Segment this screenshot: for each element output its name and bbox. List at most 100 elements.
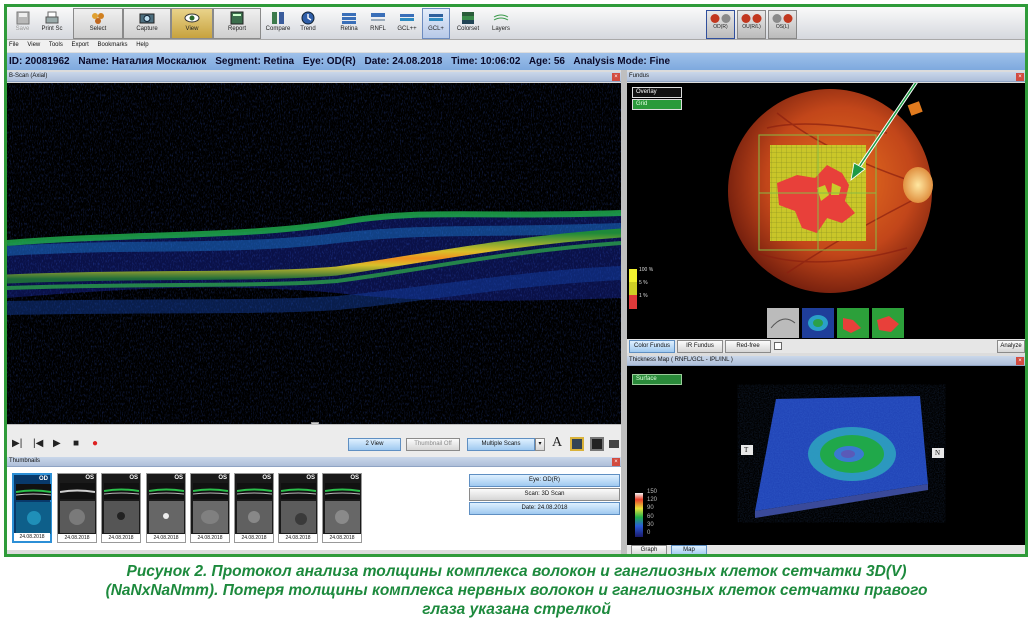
patient-name: Name: Наталия Москалюк xyxy=(78,56,207,67)
select-button[interactable]: Select xyxy=(73,8,123,39)
print-screen-button[interactable]: Print Sc xyxy=(37,8,67,39)
menu-file[interactable]: File xyxy=(9,42,19,48)
bscan-thumb-image xyxy=(60,483,95,499)
layers-icon xyxy=(493,14,509,21)
analyze-button[interactable]: Analyze xyxy=(997,340,1025,353)
bscan-title: B-Scan (Axial) xyxy=(9,73,48,79)
thumbnail-item[interactable]: OS 24.08.2018 xyxy=(322,473,362,543)
overlay-toggle[interactable]: Overlay xyxy=(632,87,682,98)
enface-thumb-image xyxy=(325,501,360,533)
fundus-title: Fundus xyxy=(629,73,650,79)
view-button[interactable]: View xyxy=(171,8,213,39)
patient-id: ID: 20081962 xyxy=(9,56,70,67)
grayscale-icon[interactable] xyxy=(590,437,604,451)
patient-info-bar: ID: 20081962 Name: Наталия Москалюк Segm… xyxy=(7,53,1025,70)
save-button[interactable]: Save xyxy=(9,8,36,39)
capture-button[interactable]: Capture xyxy=(123,8,171,39)
significance-legend xyxy=(629,269,637,309)
bscan-image[interactable] xyxy=(7,83,621,424)
grid-toggle[interactable]: Grid xyxy=(632,99,682,110)
play-icon[interactable]: ▶ xyxy=(53,438,61,449)
caption-line-3: глаза указана стрелкой xyxy=(422,601,611,618)
enface-thumb-image xyxy=(60,501,95,533)
menu-view[interactable]: View xyxy=(27,42,40,48)
retina-layer-icon xyxy=(342,13,356,24)
multiple-scans-select[interactable]: Multiple Scans xyxy=(467,438,535,451)
oct-app-window: Save Print Sc Select Capture View Report… xyxy=(4,4,1028,557)
gclp-layer-button[interactable]: GCL+ xyxy=(422,8,450,39)
thumbnail-item[interactable]: OS 24.08.2018 xyxy=(101,473,141,543)
tab-red-free[interactable]: Red-free xyxy=(725,340,771,353)
printer-icon xyxy=(45,11,59,24)
tab-ir-fundus[interactable]: IR Fundus xyxy=(677,340,723,353)
thumbnail-item[interactable]: OS 24.08.2018 xyxy=(57,473,97,543)
trend-button[interactable]: Trend xyxy=(293,8,323,39)
thumbnail-item[interactable]: OS 24.08.2018 xyxy=(190,473,230,543)
legend-label-1: 1 % xyxy=(639,293,648,299)
enface-thumb-image xyxy=(149,501,184,533)
report-button[interactable]: Report xyxy=(213,8,261,39)
close-icon[interactable]: × xyxy=(1016,357,1024,365)
tab-color-fundus[interactable]: Color Fundus xyxy=(629,340,675,353)
close-icon[interactable]: × xyxy=(612,458,620,466)
fundus-image-panel[interactable]: Overlay Grid 100 % 5 % 1 % xyxy=(627,83,1025,339)
retina-layer-button[interactable]: Retina xyxy=(335,8,363,39)
two-view-button[interactable]: 2 View xyxy=(348,438,401,451)
colorset-button[interactable]: Colorset xyxy=(453,8,483,39)
compare-button[interactable]: Compare xyxy=(263,8,293,39)
close-icon[interactable]: × xyxy=(1016,73,1024,81)
report-icon xyxy=(230,11,244,25)
bscan-thumb-image xyxy=(325,483,360,499)
tab-graph[interactable]: Graph xyxy=(631,545,667,554)
thumbnail-item[interactable]: OD 24.08.2018 xyxy=(12,473,52,543)
gclpp-layer-button[interactable]: GCL++ xyxy=(393,8,421,39)
playback-controls: ▶| |◀ ▶ ■ ● 2 View Thumbnail Off Multipl… xyxy=(7,424,621,457)
menu-bookmarks[interactable]: Bookmarks xyxy=(98,42,128,48)
menu-export[interactable]: Export xyxy=(72,42,89,48)
chevron-down-icon[interactable]: ▾ xyxy=(535,438,545,451)
surface-toggle[interactable]: Surface xyxy=(632,374,682,385)
scale-120: 120 xyxy=(647,497,658,503)
thickness-map-3d[interactable]: Surface T N 150 120 90 60 30 0 xyxy=(627,366,1025,545)
fundus-thumbnail-strip[interactable] xyxy=(767,308,907,338)
trend-icon xyxy=(301,11,315,25)
fundus-title-bar: Fundus × xyxy=(627,72,1025,82)
red-free-checkbox[interactable] xyxy=(774,342,782,350)
eye-selector-button[interactable]: Eye: OD(R) xyxy=(469,474,620,487)
menu-tools[interactable]: Tools xyxy=(49,42,63,48)
scale-30: 30 xyxy=(647,522,654,528)
thumbnail-item[interactable]: OS 24.08.2018 xyxy=(146,473,186,543)
scan-date-button[interactable]: Date: 24.08.2018 xyxy=(469,502,620,515)
legend-label-5: 5 % xyxy=(639,280,648,286)
thumbnail-item[interactable]: OS 24.08.2018 xyxy=(278,473,318,543)
step-forward-icon[interactable]: ▶| xyxy=(12,438,22,449)
scan-type-button[interactable]: Scan: 3D Scan xyxy=(469,488,620,501)
stop-icon[interactable]: ■ xyxy=(73,438,79,449)
temporal-marker: T xyxy=(744,446,749,454)
thumbnail-off-button[interactable]: Thumbnail Off xyxy=(406,438,460,451)
eye-info: Eye: OD(R) xyxy=(302,56,356,67)
bscan-thumb-image xyxy=(16,484,51,500)
thumbnail-item[interactable]: OS 24.08.2018 xyxy=(234,473,274,543)
exam-time: Time: 10:06:02 xyxy=(451,56,521,67)
menu-help[interactable]: Help xyxy=(136,42,148,48)
caption-line-2: (NaNxNaNmm). Потеря толщины комплекса не… xyxy=(105,582,928,599)
colormap-icon[interactable] xyxy=(570,437,584,451)
tab-map[interactable]: Map xyxy=(671,545,707,554)
layers-button[interactable]: Layers xyxy=(487,8,515,39)
eye-os-button[interactable]: OS(L) xyxy=(768,10,797,39)
eye-od-button[interactable]: OD(R) xyxy=(706,10,735,39)
previous-icon[interactable]: |◀ xyxy=(33,438,43,449)
font-size-icon[interactable]: A xyxy=(552,435,562,451)
invert-icon[interactable] xyxy=(609,440,619,448)
patient-age: Age: 56 xyxy=(528,56,565,67)
rnfl-layer-button[interactable]: RNFL xyxy=(364,8,392,39)
record-icon[interactable]: ● xyxy=(92,438,98,449)
close-icon[interactable]: × xyxy=(612,73,620,81)
select-icon xyxy=(92,13,104,24)
scale-60: 60 xyxy=(647,514,654,520)
caption-line-1: Рисунок 2. Протокол анализа толщины комп… xyxy=(126,563,907,580)
eye-ou-button[interactable]: OU(R/L) xyxy=(737,10,766,39)
exam-date: Date: 24.08.2018 xyxy=(364,56,443,67)
enface-thumb-image xyxy=(104,501,139,533)
